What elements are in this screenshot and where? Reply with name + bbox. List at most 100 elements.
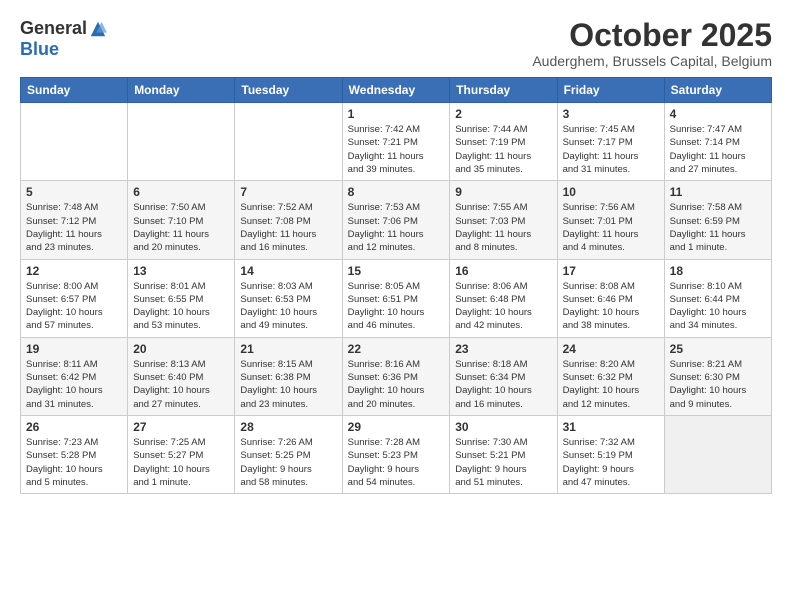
day-cell: 15 Sunrise: 8:05 AM Sunset: 6:51 PM Dayli… bbox=[342, 259, 450, 337]
day-cell: 7 Sunrise: 7:52 AM Sunset: 7:08 PM Daylig… bbox=[235, 181, 342, 259]
day-info: Sunrise: 7:44 AM Sunset: 7:19 PM Dayligh… bbox=[455, 123, 551, 176]
day-cell: 28Sunrise: 7:26 AM Sunset: 5:25 PM Dayli… bbox=[235, 415, 342, 493]
logo-icon bbox=[89, 20, 107, 38]
week-row-2: 5 Sunrise: 7:48 AM Sunset: 7:12 PM Daylig… bbox=[21, 181, 772, 259]
day-info: Sunrise: 8:05 AM Sunset: 6:51 PM Dayligh… bbox=[348, 280, 445, 333]
day-number: 9 bbox=[455, 185, 551, 199]
col-saturday: Saturday bbox=[664, 78, 771, 103]
day-cell: 5 Sunrise: 7:48 AM Sunset: 7:12 PM Daylig… bbox=[21, 181, 128, 259]
week-row-4: 19 Sunrise: 8:11 AM Sunset: 6:42 PM Dayli… bbox=[21, 337, 772, 415]
day-number: 7 bbox=[240, 185, 336, 199]
day-info: Sunrise: 7:48 AM Sunset: 7:12 PM Dayligh… bbox=[26, 201, 122, 254]
day-info: Sunrise: 8:15 AM Sunset: 6:38 PM Dayligh… bbox=[240, 358, 336, 411]
day-number: 3 bbox=[563, 107, 659, 121]
day-number: 25 bbox=[670, 342, 766, 356]
day-info: Sunrise: 8:13 AM Sunset: 6:40 PM Dayligh… bbox=[133, 358, 229, 411]
day-cell: 13 Sunrise: 8:01 AM Sunset: 6:55 PM Dayli… bbox=[128, 259, 235, 337]
day-cell: 14 Sunrise: 8:03 AM Sunset: 6:53 PM Dayli… bbox=[235, 259, 342, 337]
day-number: 31 bbox=[563, 420, 659, 434]
day-info: Sunrise: 7:53 AM Sunset: 7:06 PM Dayligh… bbox=[348, 201, 445, 254]
header-row: Sunday Monday Tuesday Wednesday Thursday… bbox=[21, 78, 772, 103]
day-info: Sunrise: 7:55 AM Sunset: 7:03 PM Dayligh… bbox=[455, 201, 551, 254]
calendar: Sunday Monday Tuesday Wednesday Thursday… bbox=[20, 77, 772, 494]
day-cell: 11Sunrise: 7:58 AM Sunset: 6:59 PM Dayli… bbox=[664, 181, 771, 259]
day-number: 29 bbox=[348, 420, 445, 434]
day-cell: 17 Sunrise: 8:08 AM Sunset: 6:46 PM Dayli… bbox=[557, 259, 664, 337]
day-info: Sunrise: 7:50 AM Sunset: 7:10 PM Dayligh… bbox=[133, 201, 229, 254]
day-info: Sunrise: 7:42 AM Sunset: 7:21 PM Dayligh… bbox=[348, 123, 445, 176]
week-row-1: 1Sunrise: 7:42 AM Sunset: 7:21 PM Daylig… bbox=[21, 103, 772, 181]
day-cell: 10 Sunrise: 7:56 AM Sunset: 7:01 PM Dayli… bbox=[557, 181, 664, 259]
day-number: 20 bbox=[133, 342, 229, 356]
logo: General Blue bbox=[20, 18, 107, 60]
day-info: Sunrise: 7:45 AM Sunset: 7:17 PM Dayligh… bbox=[563, 123, 659, 176]
title-section: October 2025 Auderghem, Brussels Capital… bbox=[532, 18, 772, 69]
day-info: Sunrise: 8:08 AM Sunset: 6:46 PM Dayligh… bbox=[563, 280, 659, 333]
col-thursday: Thursday bbox=[450, 78, 557, 103]
day-cell bbox=[664, 415, 771, 493]
logo-general: General bbox=[20, 18, 87, 39]
day-info: Sunrise: 7:23 AM Sunset: 5:28 PM Dayligh… bbox=[26, 436, 122, 489]
day-info: Sunrise: 8:21 AM Sunset: 6:30 PM Dayligh… bbox=[670, 358, 766, 411]
header: General Blue October 2025 Auderghem, Bru… bbox=[20, 18, 772, 69]
day-cell: 16Sunrise: 8:06 AM Sunset: 6:48 PM Dayli… bbox=[450, 259, 557, 337]
col-friday: Friday bbox=[557, 78, 664, 103]
day-info: Sunrise: 8:11 AM Sunset: 6:42 PM Dayligh… bbox=[26, 358, 122, 411]
day-info: Sunrise: 7:58 AM Sunset: 6:59 PM Dayligh… bbox=[670, 201, 766, 254]
col-monday: Monday bbox=[128, 78, 235, 103]
day-number: 13 bbox=[133, 264, 229, 278]
day-info: Sunrise: 8:18 AM Sunset: 6:34 PM Dayligh… bbox=[455, 358, 551, 411]
day-number: 22 bbox=[348, 342, 445, 356]
day-cell: 23 Sunrise: 8:18 AM Sunset: 6:34 PM Dayli… bbox=[450, 337, 557, 415]
day-cell: 9 Sunrise: 7:55 AM Sunset: 7:03 PM Daylig… bbox=[450, 181, 557, 259]
day-cell: 6 Sunrise: 7:50 AM Sunset: 7:10 PM Daylig… bbox=[128, 181, 235, 259]
col-sunday: Sunday bbox=[21, 78, 128, 103]
day-info: Sunrise: 8:10 AM Sunset: 6:44 PM Dayligh… bbox=[670, 280, 766, 333]
day-number: 10 bbox=[563, 185, 659, 199]
day-number: 16 bbox=[455, 264, 551, 278]
day-number: 8 bbox=[348, 185, 445, 199]
day-cell bbox=[128, 103, 235, 181]
day-cell: 8 Sunrise: 7:53 AM Sunset: 7:06 PM Daylig… bbox=[342, 181, 450, 259]
day-info: Sunrise: 8:00 AM Sunset: 6:57 PM Dayligh… bbox=[26, 280, 122, 333]
day-cell: 1Sunrise: 7:42 AM Sunset: 7:21 PM Daylig… bbox=[342, 103, 450, 181]
day-number: 18 bbox=[670, 264, 766, 278]
day-info: Sunrise: 7:52 AM Sunset: 7:08 PM Dayligh… bbox=[240, 201, 336, 254]
day-number: 23 bbox=[455, 342, 551, 356]
day-info: Sunrise: 7:56 AM Sunset: 7:01 PM Dayligh… bbox=[563, 201, 659, 254]
day-cell: 30Sunrise: 7:30 AM Sunset: 5:21 PM Dayli… bbox=[450, 415, 557, 493]
day-info: Sunrise: 7:26 AM Sunset: 5:25 PM Dayligh… bbox=[240, 436, 336, 489]
day-number: 14 bbox=[240, 264, 336, 278]
location: Auderghem, Brussels Capital, Belgium bbox=[532, 53, 772, 69]
day-cell: 21Sunrise: 8:15 AM Sunset: 6:38 PM Dayli… bbox=[235, 337, 342, 415]
week-row-3: 12Sunrise: 8:00 AM Sunset: 6:57 PM Dayli… bbox=[21, 259, 772, 337]
day-number: 24 bbox=[563, 342, 659, 356]
day-cell bbox=[21, 103, 128, 181]
col-tuesday: Tuesday bbox=[235, 78, 342, 103]
day-cell: 4 Sunrise: 7:47 AM Sunset: 7:14 PM Daylig… bbox=[664, 103, 771, 181]
day-number: 5 bbox=[26, 185, 122, 199]
page: General Blue October 2025 Auderghem, Bru… bbox=[0, 0, 792, 612]
day-cell bbox=[235, 103, 342, 181]
logo-blue: Blue bbox=[20, 39, 59, 59]
day-number: 19 bbox=[26, 342, 122, 356]
day-cell: 31 Sunrise: 7:32 AM Sunset: 5:19 PM Dayli… bbox=[557, 415, 664, 493]
day-number: 17 bbox=[563, 264, 659, 278]
day-cell: 29Sunrise: 7:28 AM Sunset: 5:23 PM Dayli… bbox=[342, 415, 450, 493]
day-number: 6 bbox=[133, 185, 229, 199]
day-number: 15 bbox=[348, 264, 445, 278]
day-cell: 19 Sunrise: 8:11 AM Sunset: 6:42 PM Dayli… bbox=[21, 337, 128, 415]
day-cell: 3 Sunrise: 7:45 AM Sunset: 7:17 PM Daylig… bbox=[557, 103, 664, 181]
day-number: 4 bbox=[670, 107, 766, 121]
day-info: Sunrise: 8:03 AM Sunset: 6:53 PM Dayligh… bbox=[240, 280, 336, 333]
day-info: Sunrise: 8:01 AM Sunset: 6:55 PM Dayligh… bbox=[133, 280, 229, 333]
day-cell: 22Sunrise: 8:16 AM Sunset: 6:36 PM Dayli… bbox=[342, 337, 450, 415]
day-number: 26 bbox=[26, 420, 122, 434]
day-info: Sunrise: 7:32 AM Sunset: 5:19 PM Dayligh… bbox=[563, 436, 659, 489]
day-number: 30 bbox=[455, 420, 551, 434]
day-cell: 24Sunrise: 8:20 AM Sunset: 6:32 PM Dayli… bbox=[557, 337, 664, 415]
day-cell: 2Sunrise: 7:44 AM Sunset: 7:19 PM Daylig… bbox=[450, 103, 557, 181]
col-wednesday: Wednesday bbox=[342, 78, 450, 103]
day-info: Sunrise: 7:47 AM Sunset: 7:14 PM Dayligh… bbox=[670, 123, 766, 176]
day-cell: 20 Sunrise: 8:13 AM Sunset: 6:40 PM Dayli… bbox=[128, 337, 235, 415]
